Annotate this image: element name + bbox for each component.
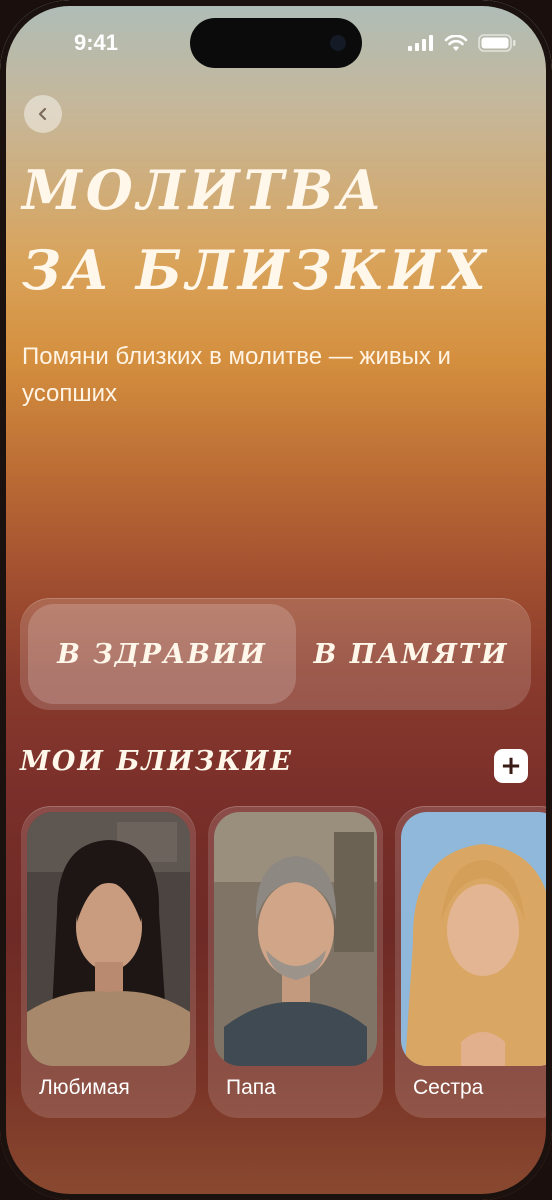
page-title: МОЛИТВА ЗА БЛИЗКИХ bbox=[22, 150, 490, 310]
tab-health[interactable]: В ЗДРАВИИ bbox=[28, 604, 296, 704]
app-screen: 9:41 МОЛИТВА ЗА БЛИЗКИХ Помяни близких в bbox=[0, 0, 552, 1200]
person-card-father[interactable]: Папа bbox=[208, 806, 383, 1118]
dynamic-island bbox=[190, 18, 362, 68]
tab-memory[interactable]: В ПАМЯТИ bbox=[296, 604, 526, 704]
add-person-button[interactable]: + bbox=[494, 749, 528, 783]
section-title-loved-ones: МОИ БЛИЗКИЕ bbox=[20, 746, 293, 777]
person-name: Сестра bbox=[413, 1076, 484, 1099]
person-card-beloved[interactable]: Любимая bbox=[21, 806, 196, 1118]
person-name: Папа bbox=[226, 1076, 276, 1099]
status-icons bbox=[408, 34, 516, 52]
signal-icon bbox=[408, 35, 433, 51]
wifi-icon bbox=[444, 34, 468, 51]
battery-icon bbox=[478, 34, 516, 52]
person-name: Любимая bbox=[39, 1076, 130, 1099]
status-time: 9:41 bbox=[74, 30, 119, 55]
prayer-type-toggle: В ЗДРАВИИ В ПАМЯТИ bbox=[20, 598, 531, 710]
person-photo bbox=[27, 812, 190, 1066]
page-title-line2: ЗА БЛИЗКИХ bbox=[22, 238, 490, 302]
person-card-sister[interactable]: Сестра bbox=[395, 806, 552, 1118]
page-title-line1: МОЛИТВА bbox=[22, 158, 386, 222]
back-button[interactable] bbox=[24, 95, 62, 133]
page-subtitle: Помяни близких в молитве — живых и усопш… bbox=[22, 343, 451, 407]
person-photo bbox=[214, 812, 377, 1066]
chevron-left-icon bbox=[38, 107, 47, 121]
person-photo bbox=[401, 812, 552, 1066]
camera-icon bbox=[330, 35, 346, 51]
